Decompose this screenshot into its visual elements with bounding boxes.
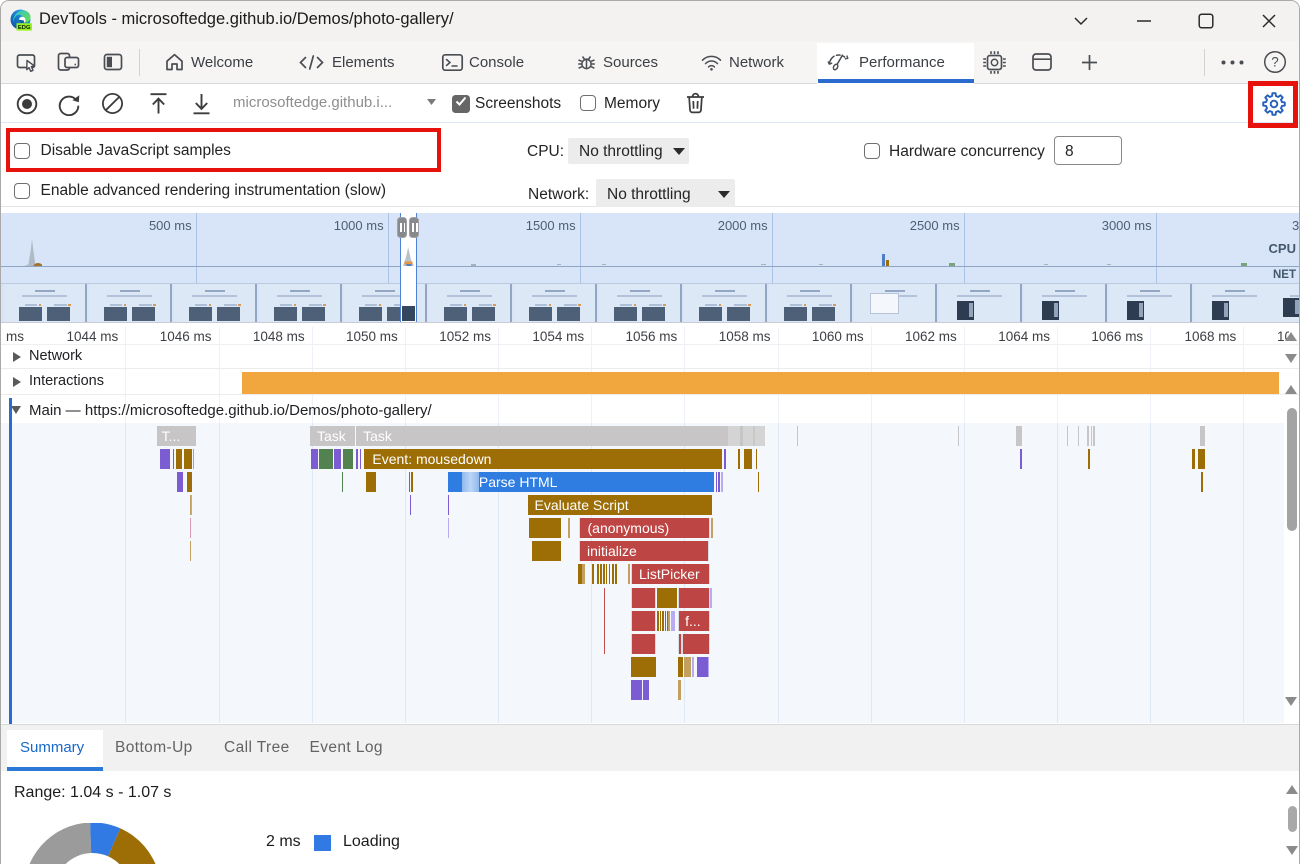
svg-text:?: ? [1271, 55, 1279, 70]
svg-text:EDG: EDG [18, 25, 31, 31]
